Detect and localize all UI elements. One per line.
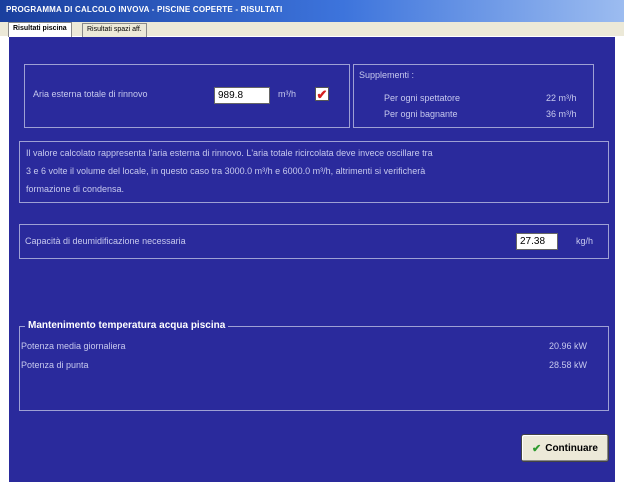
air-box: Aria esterna totale di rinnovo m³/h ✔ — [24, 64, 350, 128]
note-line: Il valore calcolato rappresenta l'aria e… — [26, 148, 433, 158]
air-label: Aria esterna totale di rinnovo — [33, 89, 148, 99]
note-line: formazione di condensa. — [26, 184, 125, 194]
maintenance-average-label: Potenza media giornaliera — [21, 341, 126, 351]
supplement-bather-label: Per ogni bagnante — [384, 109, 458, 119]
supplements-box: Supplementi : Per ogni spettatore 22 m³/… — [353, 64, 594, 128]
dehumid-value-field[interactable] — [516, 233, 558, 250]
title-bar: PROGRAMMA DI CALCOLO INVOVA - PISCINE CO… — [0, 0, 624, 22]
results-panel: Aria esterna totale di rinnovo m³/h ✔ Su… — [9, 37, 615, 482]
tab-risultati-spazi[interactable]: Risultati spazi aff. — [82, 23, 147, 37]
maintenance-peak-value: 28.58 kW — [549, 360, 588, 370]
air-value-field[interactable] — [214, 87, 270, 104]
supplements-title: Supplementi : — [359, 70, 415, 80]
dehumid-box: Capacità di deumidificazione necessaria … — [19, 224, 609, 259]
supplement-spectator-value: 22 m³/h — [546, 93, 577, 103]
dehumid-label: Capacità di deumidificazione necessaria — [25, 236, 186, 246]
dehumid-unit: kg/h — [576, 236, 594, 246]
tab-risultati-piscina[interactable]: Risultati piscina — [8, 22, 72, 37]
air-unit: m³/h — [278, 89, 296, 99]
continue-label: Continuare — [545, 442, 598, 454]
maintenance-average-value: 20.96 kW — [549, 341, 588, 351]
maintenance-box: Mantenimento temperatura acqua piscina P… — [19, 320, 609, 411]
check-icon: ✔ — [532, 442, 542, 455]
tab-strip: Risultati piscina Risultati spazi aff. — [0, 22, 624, 37]
window-title: PROGRAMMA DI CALCOLO INVOVA - PISCINE CO… — [6, 5, 283, 14]
supplement-spectator-label: Per ogni spettatore — [384, 93, 461, 103]
maintenance-legend: Mantenimento temperatura acqua piscina — [25, 320, 229, 331]
note-line: 3 e 6 volte il volume del locale, in que… — [26, 166, 426, 176]
supplement-bather-value: 36 m³/h — [546, 109, 577, 119]
note-box: Il valore calcolato rappresenta l'aria e… — [19, 141, 609, 203]
air-checkbox[interactable]: ✔ — [315, 87, 329, 101]
maintenance-peak-label: Potenza di punta — [21, 360, 89, 370]
continue-button[interactable]: ✔ Continuare — [521, 434, 609, 462]
